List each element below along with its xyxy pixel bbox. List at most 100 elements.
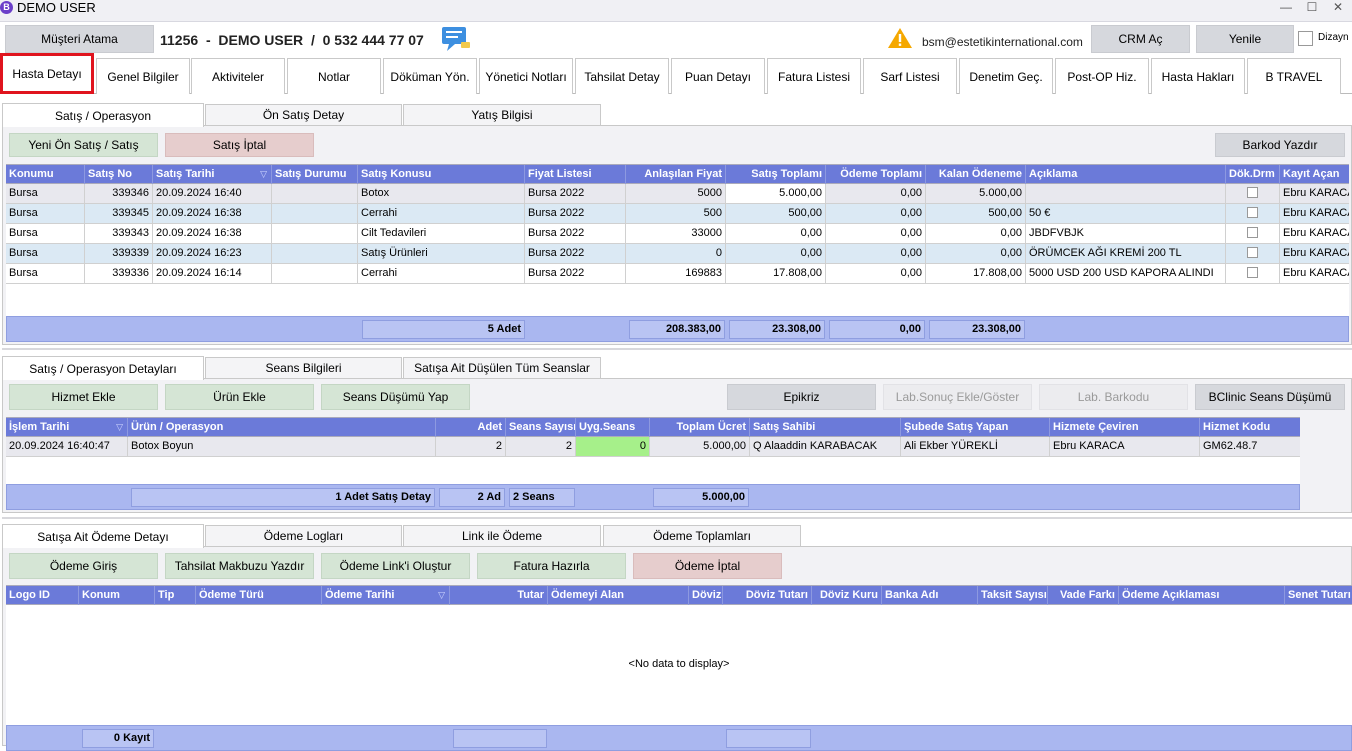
col-islem-tarihi[interactable]: İşlem Tarihi ▽ bbox=[6, 418, 128, 437]
table-row[interactable]: Bursa 339339 20.09.2024 16:23 Satış Ürün… bbox=[6, 244, 1349, 264]
tab-post-op-hiz[interactable]: Post-OP Hiz. bbox=[1055, 58, 1149, 94]
col-odeme-toplami[interactable]: Ödeme Toplamı bbox=[826, 165, 926, 184]
table-row[interactable]: Bursa 339346 20.09.2024 16:40 Botox Burs… bbox=[6, 184, 1349, 204]
tab-tahsilat-detay[interactable]: Tahsilat Detay bbox=[575, 58, 669, 94]
chat-icon[interactable] bbox=[441, 26, 471, 57]
musteri-atama-button[interactable]: Müşteri Atama bbox=[5, 25, 154, 53]
col-aciklama[interactable]: Açıklama bbox=[1026, 165, 1226, 184]
tab-on-satis-detay[interactable]: Ön Satış Detay bbox=[205, 104, 402, 126]
col-kalan-odeneme[interactable]: Kalan Ödeneme bbox=[926, 165, 1026, 184]
col-satis-durumu[interactable]: Satış Durumu bbox=[272, 165, 358, 184]
col-satis-sahibi[interactable]: Satış Sahibi bbox=[750, 418, 901, 437]
col-hizmete-ceviren[interactable]: Hizmete Çeviren bbox=[1050, 418, 1200, 437]
col-odeme-tarihi[interactable]: Ödeme Tarihi ▽ bbox=[322, 586, 450, 605]
odeme-link-button[interactable]: Ödeme Link'i Oluştur bbox=[321, 553, 470, 579]
epikriz-button[interactable]: Epikriz bbox=[727, 384, 876, 410]
col-uyg-seans[interactable]: Uyg.Seans bbox=[576, 418, 650, 437]
col-satis-tarihi[interactable]: Satış Tarihi ▽ bbox=[153, 165, 272, 184]
col-odeme-turu[interactable]: Ödeme Türü bbox=[196, 586, 322, 605]
tab-denetim-gec[interactable]: Denetim Geç. bbox=[959, 58, 1053, 94]
bclinic-seans-button[interactable]: BClinic Seans Düşümü bbox=[1195, 384, 1345, 410]
dok-drm-checkbox[interactable] bbox=[1247, 187, 1258, 198]
col-satis-no[interactable]: Satış No bbox=[85, 165, 153, 184]
col-fiyat-listesi[interactable]: Fiyat Listesi bbox=[525, 165, 626, 184]
barkod-yazdir-button[interactable]: Barkod Yazdır bbox=[1215, 133, 1345, 157]
tab-link-ile-odeme[interactable]: Link ile Ödeme bbox=[403, 525, 601, 547]
cell-satis-toplami[interactable]: 5.000,00 bbox=[726, 184, 826, 204]
col-odeme-aciklamasi[interactable]: Ödeme Açıklaması bbox=[1119, 586, 1285, 605]
table-row[interactable]: Bursa 339343 20.09.2024 16:38 Cilt Tedav… bbox=[6, 224, 1349, 244]
col-odemeyi-alan[interactable]: Ödemeyi Alan bbox=[548, 586, 689, 605]
tab-puan-detayi[interactable]: Puan Detayı bbox=[671, 58, 765, 94]
col-senet-tutari[interactable]: Senet Tutarı bbox=[1285, 586, 1352, 605]
maximize-icon[interactable]: ☐ bbox=[1302, 0, 1322, 14]
tab-odeme-loglari[interactable]: Ödeme Logları bbox=[205, 525, 402, 547]
dok-drm-checkbox[interactable] bbox=[1247, 247, 1258, 258]
tab-hasta-haklari[interactable]: Hasta Hakları bbox=[1151, 58, 1245, 94]
col-urun-operasyon[interactable]: Ürün / Operasyon bbox=[128, 418, 436, 437]
col-doviz[interactable]: Döviz bbox=[689, 586, 723, 605]
yeni-satis-button[interactable]: Yeni Ön Satış / Satış bbox=[9, 133, 158, 157]
col-doviz-kuru[interactable]: Döviz Kuru bbox=[812, 586, 882, 605]
col-seans-sayisi[interactable]: Seans Sayısı bbox=[506, 418, 576, 437]
col-logo-id[interactable]: Logo ID bbox=[6, 586, 79, 605]
col-anlasilan-fiyat[interactable]: Anlaşılan Fiyat bbox=[626, 165, 726, 184]
table-row[interactable]: 20.09.2024 16:40:47 Botox Boyun 2 2 0 5.… bbox=[6, 437, 1300, 457]
tab-dusulen-seanslar[interactable]: Satışa Ait Düşülen Tüm Seanslar bbox=[403, 357, 601, 379]
tab-fatura-listesi[interactable]: Fatura Listesi bbox=[767, 58, 861, 94]
col-doviz-tutari[interactable]: Döviz Tutarı bbox=[723, 586, 812, 605]
tab-seans-bilgileri[interactable]: Seans Bilgileri bbox=[205, 357, 402, 379]
col-toplam-ucret[interactable]: Toplam Ücret bbox=[650, 418, 750, 437]
col-konumu[interactable]: Konumu bbox=[6, 165, 85, 184]
splitter[interactable] bbox=[2, 348, 1352, 350]
crm-ac-button[interactable]: CRM Aç bbox=[1091, 25, 1190, 53]
col-adet[interactable]: Adet bbox=[436, 418, 506, 437]
satis-iptal-button[interactable]: Satış İptal bbox=[165, 133, 314, 157]
lab-sonuc-button[interactable]: Lab.Sonuç Ekle/Göster bbox=[883, 384, 1032, 410]
tab-b-travel[interactable]: B TRAVEL bbox=[1247, 58, 1341, 94]
col-satis-toplami[interactable]: Satış Toplamı bbox=[726, 165, 826, 184]
col-banka-adi[interactable]: Banka Adı bbox=[882, 586, 978, 605]
cell-uyg-seans[interactable]: 0 bbox=[576, 437, 650, 457]
col-kayit-acan[interactable]: Kayıt Açan bbox=[1280, 165, 1349, 184]
col-tutar[interactable]: Tutar bbox=[450, 586, 548, 605]
tab-satis-operasyon[interactable]: Satış / Operasyon bbox=[2, 103, 204, 127]
tahsilat-makbuzu-button[interactable]: Tahsilat Makbuzu Yazdır bbox=[165, 553, 314, 579]
seans-dusumu-button[interactable]: Seans Düşümü Yap bbox=[321, 384, 470, 410]
tab-sarf-listesi[interactable]: Sarf Listesi bbox=[863, 58, 957, 94]
col-dok-drm[interactable]: Dök.Drm bbox=[1226, 165, 1280, 184]
odeme-iptal-button[interactable]: Ödeme İptal bbox=[633, 553, 782, 579]
tab-aktiviteler[interactable]: Aktiviteler bbox=[191, 58, 285, 94]
col-hizmet-kodu[interactable]: Hizmet Kodu bbox=[1200, 418, 1300, 437]
tab-notlar[interactable]: Notlar bbox=[287, 58, 381, 94]
close-icon[interactable]: ✕ bbox=[1328, 0, 1348, 14]
tab-odeme-detayi[interactable]: Satışa Ait Ödeme Detayı bbox=[2, 524, 204, 548]
dok-drm-checkbox[interactable] bbox=[1247, 227, 1258, 238]
col-satis-konusu[interactable]: Satış Konusu bbox=[358, 165, 525, 184]
tab-dokuman-yon[interactable]: Döküman Yön. bbox=[383, 58, 477, 94]
tab-genel-bilgiler[interactable]: Genel Bilgiler bbox=[96, 58, 190, 94]
dok-drm-checkbox[interactable] bbox=[1247, 207, 1258, 218]
tab-yonetici-notlari[interactable]: Yönetici Notları bbox=[479, 58, 573, 94]
fatura-hazirla-button[interactable]: Fatura Hazırla bbox=[477, 553, 626, 579]
col-vade-farki[interactable]: Vade Farkı bbox=[1048, 586, 1119, 605]
tab-hasta-detayi[interactable]: Hasta Detayı bbox=[0, 53, 94, 94]
col-konum[interactable]: Konum bbox=[79, 586, 155, 605]
odeme-giris-button[interactable]: Ödeme Giriş bbox=[9, 553, 158, 579]
col-taksit-sayisi[interactable]: Taksit Sayısı bbox=[978, 586, 1048, 605]
tab-satis-operasyon-detaylari[interactable]: Satış / Operasyon Detayları bbox=[2, 356, 204, 380]
table-row[interactable]: Bursa 339345 20.09.2024 16:38 Cerrahi Bu… bbox=[6, 204, 1349, 224]
urun-ekle-button[interactable]: Ürün Ekle bbox=[165, 384, 314, 410]
col-tip[interactable]: Tip bbox=[155, 586, 196, 605]
lab-barkodu-button[interactable]: Lab. Barkodu bbox=[1039, 384, 1188, 410]
minimize-icon[interactable]: — bbox=[1276, 0, 1296, 14]
col-subede-satis-yapan[interactable]: Şubede Satış Yapan bbox=[901, 418, 1050, 437]
hizmet-ekle-button[interactable]: Hizmet Ekle bbox=[9, 384, 158, 410]
tab-odeme-toplamlari[interactable]: Ödeme Toplamları bbox=[603, 525, 801, 547]
table-row[interactable]: Bursa 339336 20.09.2024 16:14 Cerrahi Bu… bbox=[6, 264, 1349, 284]
dok-drm-checkbox[interactable] bbox=[1247, 267, 1258, 278]
dizayn-checkbox[interactable] bbox=[1298, 31, 1313, 46]
splitter[interactable] bbox=[2, 517, 1352, 519]
tab-yatis-bilgisi[interactable]: Yatış Bilgisi bbox=[403, 104, 601, 126]
yenile-button[interactable]: Yenile bbox=[1196, 25, 1294, 53]
